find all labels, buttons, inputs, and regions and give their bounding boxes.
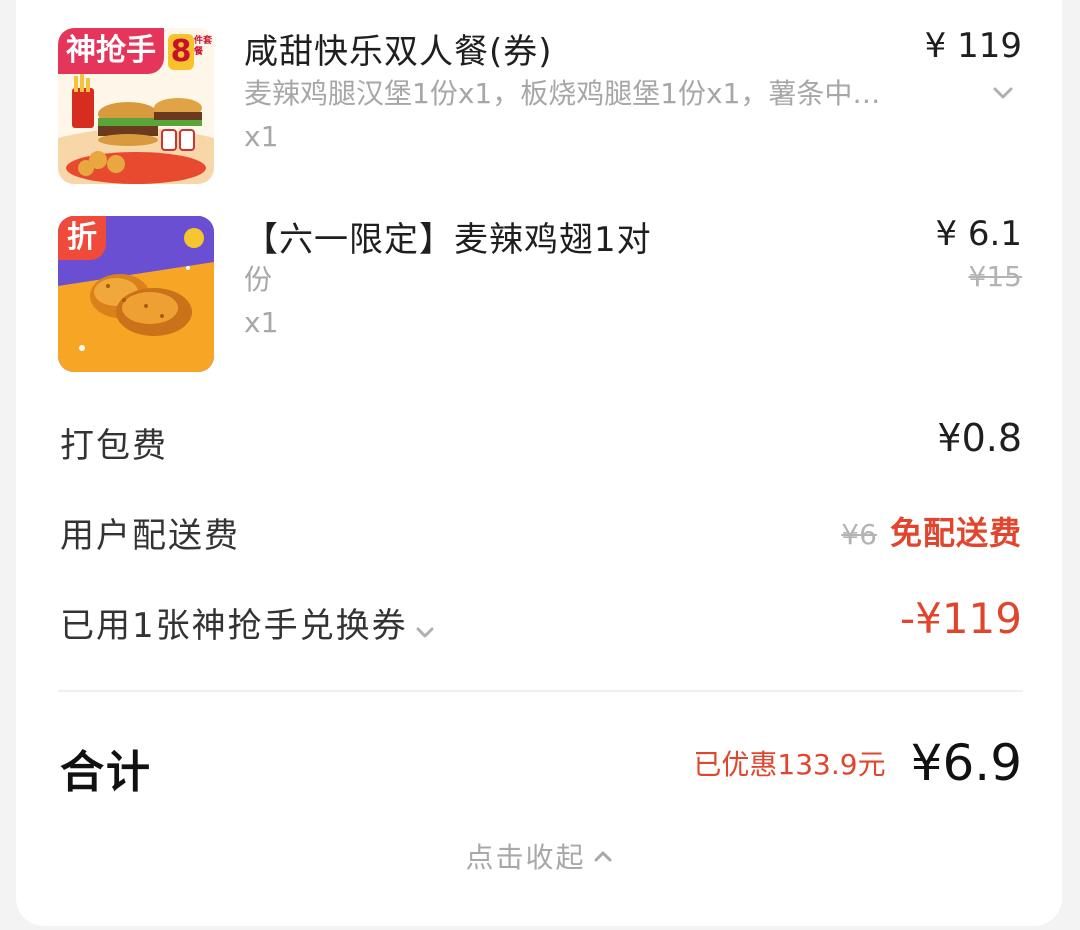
flash-deal-badge: 神抢手 xyxy=(58,28,164,74)
chevron-down-icon xyxy=(993,87,1013,99)
item-quantity: x1 xyxy=(244,120,279,153)
packing-fee-label: 打包费 xyxy=(60,426,168,466)
product-image-wings[interactable]: 折 xyxy=(58,216,214,372)
total-saved: 已优惠133.9元 xyxy=(693,748,886,781)
delivery-fee-label: 用户配送费 xyxy=(60,516,240,556)
item-price: ¥ 119 xyxy=(924,26,1022,66)
divider xyxy=(58,690,1023,692)
piece-count-label: 件套餐 xyxy=(194,36,213,57)
delivery-fee-value-group: ¥6 免配送费 xyxy=(841,508,1022,554)
collapse-label: 点击收起 xyxy=(465,841,586,874)
chevron-down-icon xyxy=(416,627,434,637)
delivery-fee-original: ¥6 xyxy=(841,518,877,551)
piece-count-badge: 8 xyxy=(168,34,194,70)
discount-badge: 折 xyxy=(58,216,106,260)
item-price: ¥ 6.1 xyxy=(935,214,1022,254)
delivery-fee-free: 免配送费 xyxy=(889,514,1022,552)
item-quantity: x1 xyxy=(244,306,279,339)
coupon-row[interactable]: 已用1张神抢手兑换券 xyxy=(60,598,437,647)
coupon-label: 已用1张神抢手兑换券 xyxy=(60,606,408,646)
item-title: 咸甜快乐双人餐(券) xyxy=(244,32,553,72)
item-description: 麦辣鸡腿汉堡1份x1，板烧鸡腿堡1份x1，薯条中… xyxy=(244,77,881,110)
collapse-button[interactable]: 点击收起 xyxy=(0,836,1080,876)
total-amount: ¥6.9 xyxy=(910,734,1022,792)
product-image-combo[interactable]: 神抢手 8 件套餐 xyxy=(58,28,214,184)
total-label: 合计 xyxy=(60,747,152,798)
coupon-discount-value: -¥119 xyxy=(899,594,1022,643)
expand-description-button[interactable] xyxy=(990,80,1016,110)
item-original-price: ¥15 xyxy=(968,260,1022,293)
total-value-group: 已优惠133.9元 ¥6.9 xyxy=(693,734,1022,792)
packing-fee-value: ¥0.8 xyxy=(937,416,1022,460)
chevron-up-icon xyxy=(594,851,612,862)
item-title: 【六一限定】麦辣鸡翅1对 xyxy=(244,220,652,260)
item-title-continued: 份 xyxy=(244,263,273,296)
